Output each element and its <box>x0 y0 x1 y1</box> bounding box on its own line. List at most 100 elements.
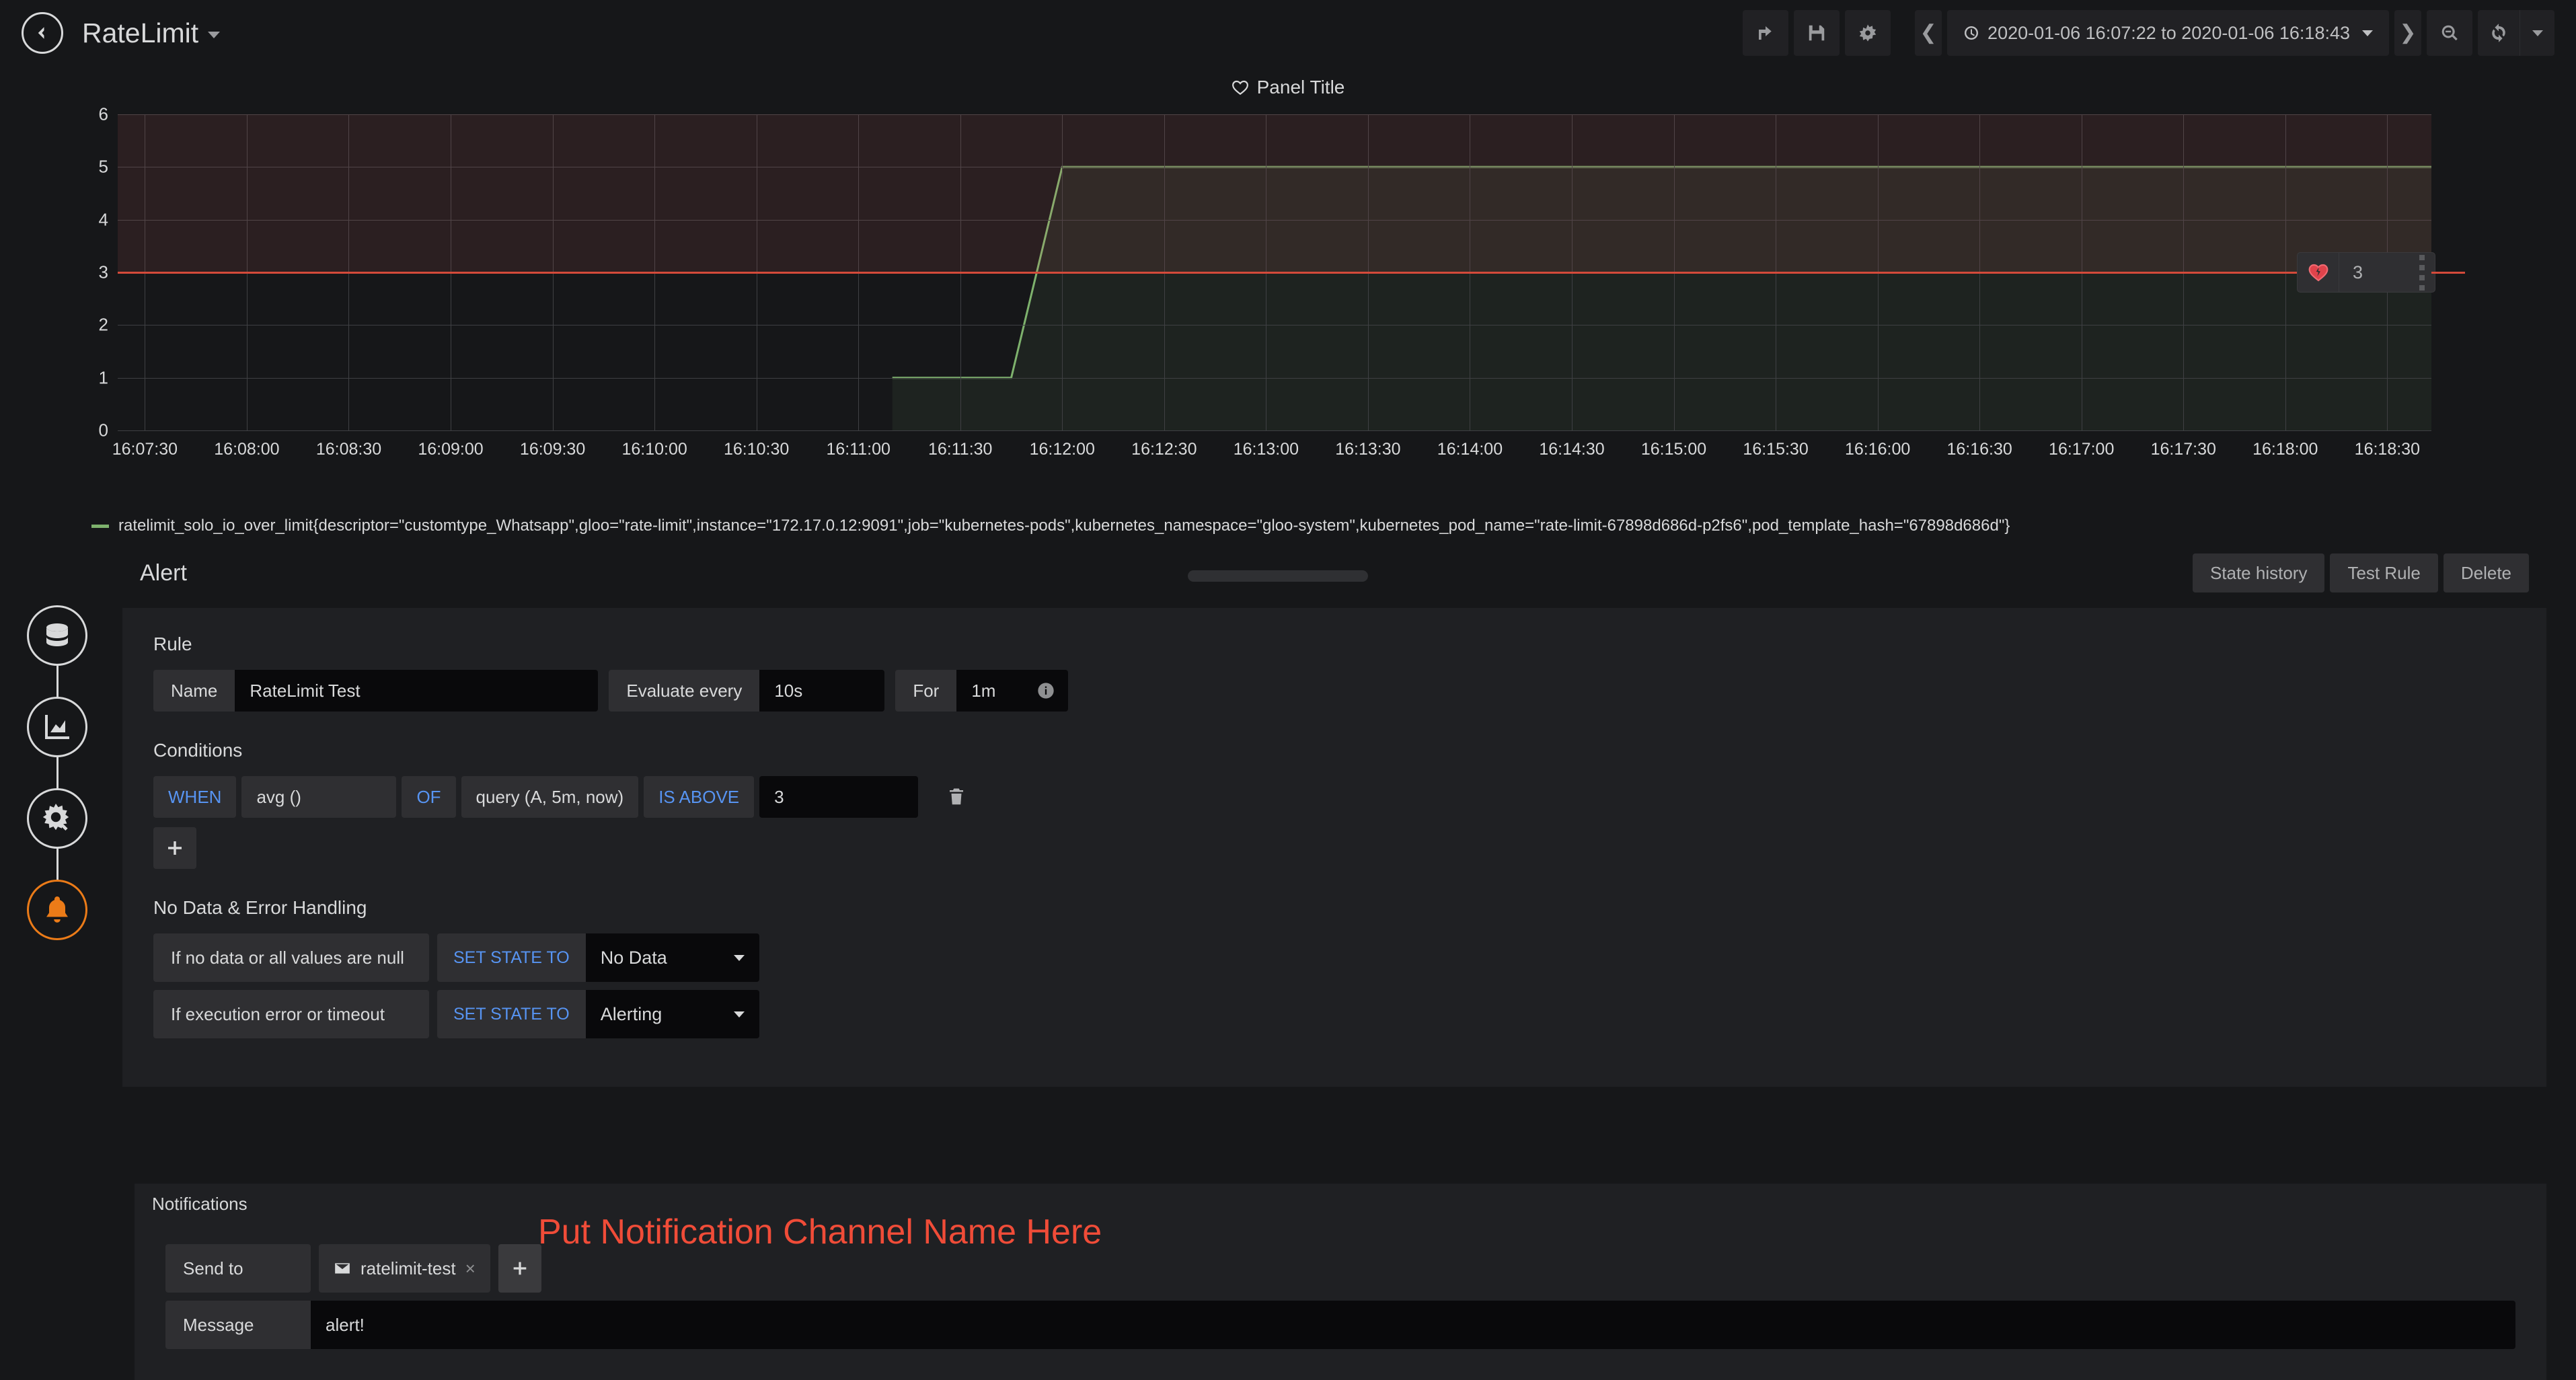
rule-section-label: Rule <box>153 634 192 654</box>
x-axis-tick-label: 16:08:30 <box>315 440 382 459</box>
gridline-horizontal <box>118 219 2431 221</box>
x-axis-tick-label: 16:10:00 <box>621 440 687 459</box>
arrow-left-circle-icon <box>38 27 44 39</box>
top-navigation-bar: RateLimit ❮ 2020-01-06 16:07:22 to 2020-… <box>0 0 2576 66</box>
message-label: Message <box>165 1301 311 1349</box>
threshold-value[interactable]: 3 <box>2339 253 2413 292</box>
legend-color-swatch <box>91 524 109 528</box>
exec-error-state-select[interactable]: Alerting <box>585 990 759 1038</box>
time-shift-forward-button[interactable]: ❯ <box>2394 10 2421 56</box>
chevron-down-icon[interactable] <box>208 32 221 38</box>
x-axis-tick-label: 16:18:30 <box>2354 440 2420 459</box>
x-axis-tick-label: 16:09:00 <box>418 440 484 459</box>
x-axis-tick-label: 16:17:30 <box>2150 440 2216 459</box>
y-axis-tick-label: 5 <box>98 156 108 177</box>
threshold-line <box>118 272 2431 274</box>
exec-error-handling-row: If execution error or timeout SET STATE … <box>153 990 2515 1038</box>
threshold-line-extension <box>2431 272 2465 274</box>
alert-header-actions: State history Test Rule Delete <box>2192 553 2529 592</box>
chart-legend[interactable]: ratelimit_solo_io_over_limit{descriptor=… <box>91 516 2010 535</box>
panel-title-text: Panel Title <box>1256 77 1345 98</box>
x-axis-tick-label: 16:09:30 <box>519 440 586 459</box>
back-button[interactable] <box>22 12 63 54</box>
notification-channel-name: ratelimit-test <box>361 1258 456 1278</box>
settings-button[interactable] <box>1845 10 1891 56</box>
sidebar-item-alert[interactable] <box>27 880 87 940</box>
condition-row: WHEN avg () OF query (A, 5m, now) IS ABO… <box>153 776 2515 818</box>
graph-area-icon <box>45 715 69 739</box>
sidebar-item-visualization[interactable] <box>27 697 87 757</box>
refresh-button[interactable] <box>2478 10 2520 56</box>
add-channel-button[interactable] <box>498 1244 541 1293</box>
sidebar-item-queries[interactable] <box>27 605 87 666</box>
notification-channel-tag[interactable]: ratelimit-test × <box>319 1244 490 1293</box>
condition-reducer-select[interactable]: avg () <box>241 776 397 818</box>
rule-name-input[interactable] <box>235 670 599 712</box>
delete-alert-button[interactable]: Delete <box>2443 553 2529 592</box>
evaluate-every-label: Evaluate every <box>609 670 760 712</box>
y-axis-tick-label: 2 <box>98 314 108 335</box>
heart-break-icon <box>2298 253 2339 292</box>
rule-fields-row: Name Evaluate every For <box>153 670 2515 712</box>
y-axis-tick-label: 1 <box>98 367 108 388</box>
for-duration-field: For <box>895 670 1069 712</box>
state-history-button[interactable]: State history <box>2192 553 2325 592</box>
send-to-label: Send to <box>165 1244 311 1293</box>
time-range-picker[interactable]: 2020-01-06 16:07:22 to 2020-01-06 16:18:… <box>1947 10 2389 56</box>
plot-region[interactable]: 0 1 2 3 4 5 6 16:07:30 16:08:00 16:08:30 16:09:00 1… <box>99 104 2431 459</box>
zoom-out-button[interactable] <box>2427 10 2472 56</box>
chart-area: 0 1 2 3 4 5 6 16:07:30 16:08:00 16:08:30 16:09:00 1… <box>54 104 2529 535</box>
gear-wrench-icon <box>42 804 69 831</box>
save-button[interactable] <box>1794 10 1840 56</box>
alert-editor-header: Alert State history Test Rule Delete <box>122 538 2546 608</box>
alert-editor-body: Rule Name Evaluate every For <box>122 608 2546 1087</box>
y-axis-tick-label: 4 <box>98 209 108 230</box>
plus-icon <box>513 1262 527 1275</box>
condition-when-keyword[interactable]: WHEN <box>153 776 237 818</box>
x-axis-tick-label: 16:15:00 <box>1640 440 1707 459</box>
save-icon <box>1809 25 1825 41</box>
database-icon <box>46 623 68 646</box>
info-icon <box>1038 683 1055 699</box>
condition-evaluator-select[interactable]: IS ABOVE <box>644 776 755 818</box>
y-axis-tick-label: 0 <box>98 420 108 440</box>
add-condition-button[interactable] <box>153 827 196 869</box>
dashboard-title[interactable]: RateLimit <box>82 17 198 49</box>
message-input[interactable] <box>311 1301 2515 1349</box>
time-shift-back-button[interactable]: ❮ <box>1915 10 1942 56</box>
refresh-icon <box>2492 24 2505 42</box>
x-axis-tick-label: 16:15:30 <box>1743 440 1809 459</box>
condition-query-select[interactable]: query (A, 5m, now) <box>461 776 639 818</box>
handling-section-label: No Data & Error Handling <box>153 897 367 918</box>
alert-editor: Alert State history Test Rule Delete Rul… <box>122 538 2546 1087</box>
zoom-out-icon <box>2441 25 2458 41</box>
refresh-interval-dropdown[interactable] <box>2520 10 2554 56</box>
test-rule-button[interactable]: Test Rule <box>2330 553 2438 592</box>
gear-icon <box>1859 24 1877 42</box>
condition-threshold-input[interactable] <box>759 776 919 818</box>
chevron-down-icon <box>733 955 745 961</box>
for-input[interactable] <box>956 670 1024 712</box>
trash-icon <box>950 788 964 805</box>
rule-name-label: Name <box>153 670 235 712</box>
evaluate-every-field: Evaluate every <box>609 670 885 712</box>
condition-delete-button[interactable] <box>936 776 977 818</box>
x-axis-tick-label: 16:16:30 <box>1946 440 2012 459</box>
sidebar-item-general[interactable] <box>27 788 87 849</box>
x-axis-tick-label: 16:07:30 <box>112 440 178 459</box>
no-data-state-select[interactable]: No Data <box>585 933 759 982</box>
x-axis-tick-label: 16:16:00 <box>1844 440 1911 459</box>
x-axis-tick-label: 16:12:00 <box>1029 440 1095 459</box>
mail-icon <box>335 1263 350 1274</box>
notifications-body: Send to ratelimit-test × Message <box>135 1224 2546 1380</box>
no-data-handling-row: If no data or all values are null SET ST… <box>153 933 2515 982</box>
panel-title[interactable]: Panel Title <box>0 66 2576 98</box>
alert-heading: Alert <box>140 560 187 586</box>
share-button[interactable] <box>1743 10 1789 56</box>
remove-channel-icon[interactable]: × <box>465 1258 476 1279</box>
for-info-button[interactable] <box>1024 670 1069 712</box>
x-axis-tick-label: 16:11:00 <box>826 440 891 459</box>
threshold-handle[interactable]: 3 <box>2297 252 2435 293</box>
x-axis-tick-label: 16:14:30 <box>1539 440 1605 459</box>
evaluate-every-input[interactable] <box>759 670 885 712</box>
